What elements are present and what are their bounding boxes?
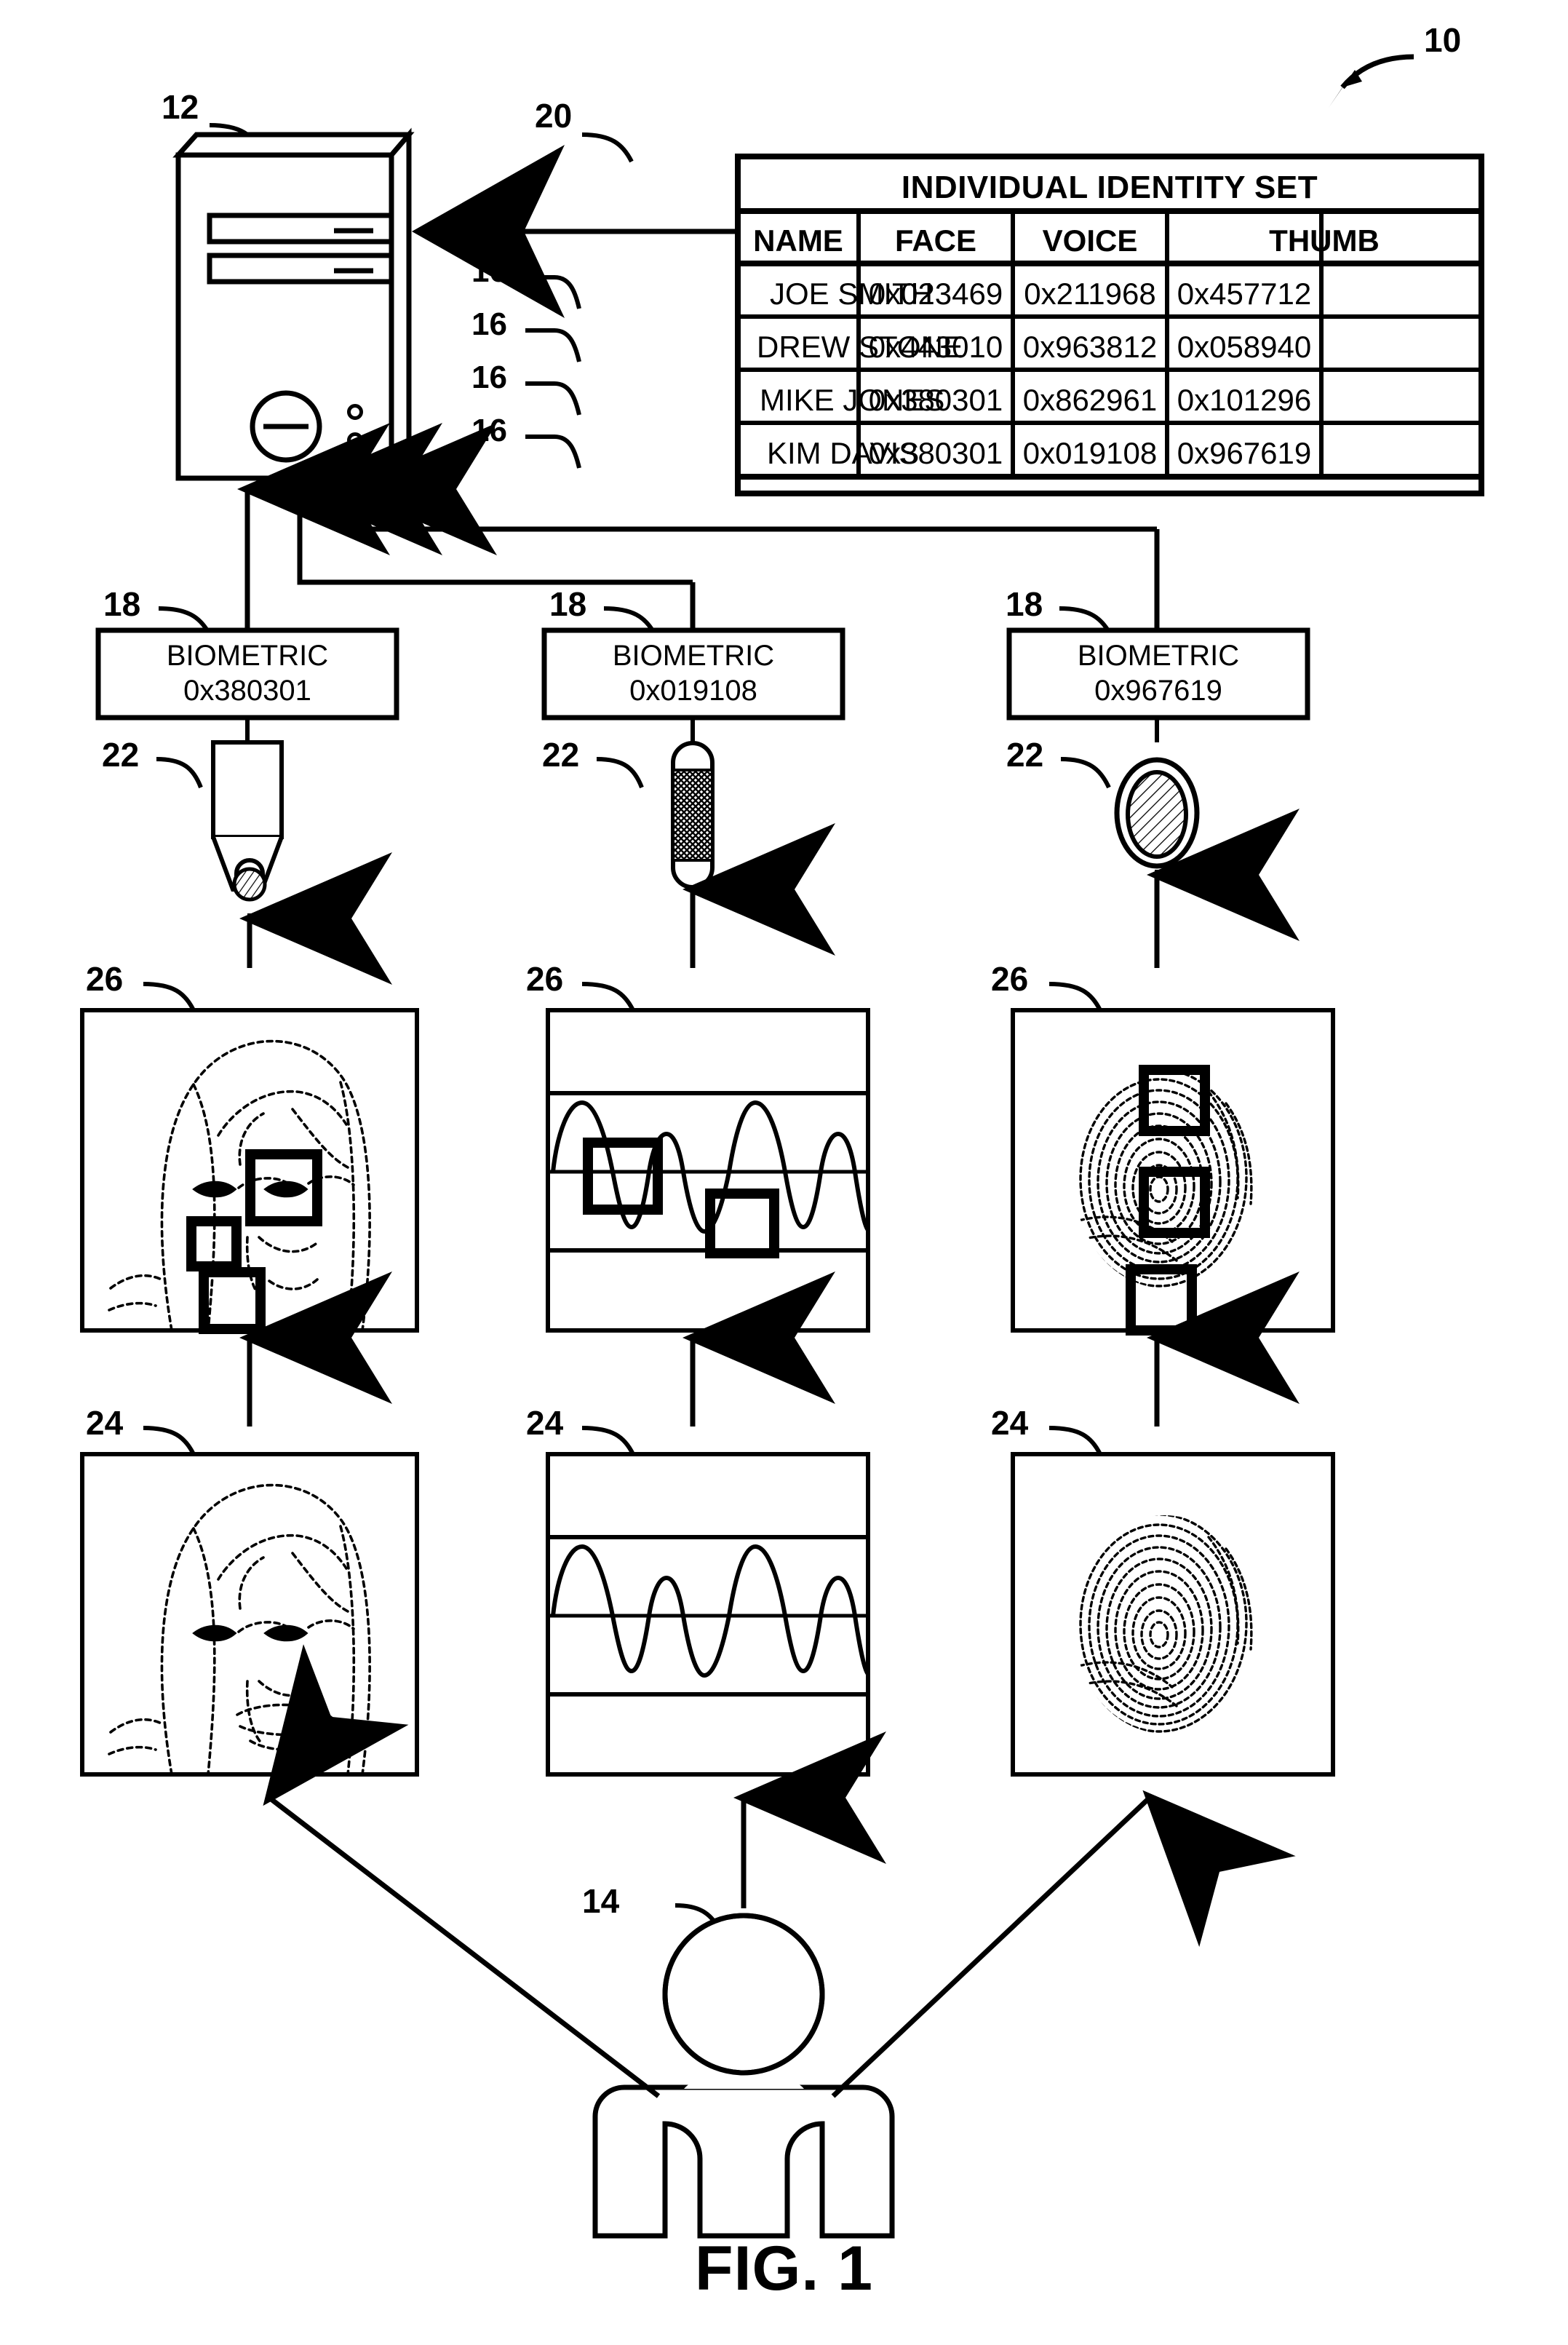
face-capture-panel[interactable] <box>80 1426 419 1777</box>
ref-20: 20 <box>535 97 573 135</box>
table-header-voice: VOICE <box>1042 223 1138 258</box>
biometric-value-face: 0x380301 <box>183 675 311 707</box>
table-cell-face: 0x380301 <box>868 383 1003 417</box>
ref-24-face: 24 <box>86 1404 124 1442</box>
ref-16-row-4: 16 <box>471 413 507 448</box>
biometric-value-thumb: 0x967619 <box>1094 675 1222 707</box>
table-header-thumb: THUMB <box>1269 223 1380 258</box>
table-header-face: FACE <box>894 223 976 258</box>
ref-22-mic: 22 <box>542 736 580 774</box>
thumb-capture-panel[interactable] <box>1011 1426 1335 1777</box>
ref-18-voice: 18 <box>549 585 587 623</box>
biometric-label-voice: BIOMETRIC <box>612 640 775 672</box>
ref-26-voice: 26 <box>526 960 564 998</box>
table-cell-face: 0x443010 <box>868 330 1003 364</box>
figure-caption: FIG. 1 <box>695 2234 873 2304</box>
identity-table-title: INDIVIDUAL IDENTITY SET <box>901 170 1318 205</box>
biometric-value-voice: 0x019108 <box>629 675 757 707</box>
ref-10: 10 <box>1424 21 1462 59</box>
voice-feature-panel[interactable] <box>546 982 870 1333</box>
table-cell-voice: 0x862961 <box>1022 383 1158 417</box>
table-cell-thumb: 0x967619 <box>1177 436 1312 470</box>
table-cell-face: 0x380301 <box>868 436 1003 470</box>
ref-26-thumb: 26 <box>991 960 1029 998</box>
ref-24-voice: 24 <box>526 1404 564 1442</box>
table-cell-voice: 0x963812 <box>1022 330 1158 364</box>
computer-tower[interactable] <box>172 123 415 485</box>
ref-18-thumb: 18 <box>1006 585 1043 623</box>
ref-14: 14 <box>582 1882 620 1920</box>
ref-16-row-1: 16 <box>471 253 507 289</box>
ref-22-scanner: 22 <box>1006 736 1044 774</box>
voice-capture-panel[interactable] <box>546 1426 870 1777</box>
ref-24-thumb: 24 <box>991 1404 1029 1442</box>
ref-18-face: 18 <box>103 585 141 623</box>
table-cell-voice: 0x211968 <box>1024 277 1156 311</box>
patent-figure-sheet: 10 12 20 16 16 16 16 18 18 18 22 22 22 2… <box>0 0 1568 2345</box>
ref-16-row-2: 16 <box>471 306 507 342</box>
biometric-label-face: BIOMETRIC <box>166 640 329 672</box>
table-header-name: NAME <box>753 223 843 258</box>
biometric-label-thumb: BIOMETRIC <box>1077 640 1240 672</box>
ref-26-face: 26 <box>86 960 124 998</box>
ref-16-row-3: 16 <box>471 360 507 395</box>
ref-12: 12 <box>162 88 199 126</box>
face-feature-panel[interactable] <box>80 982 419 1334</box>
table-cell-voice: 0x019108 <box>1022 436 1158 470</box>
table-cell-thumb: 0x457712 <box>1177 277 1312 311</box>
table-cell-thumb: 0x101296 <box>1177 383 1312 417</box>
ref-22-camera: 22 <box>102 736 140 774</box>
table-cell-thumb: 0x058940 <box>1177 330 1312 364</box>
thumb-feature-panel[interactable] <box>1011 982 1335 1336</box>
table-cell-face: 0x023469 <box>868 277 1003 311</box>
